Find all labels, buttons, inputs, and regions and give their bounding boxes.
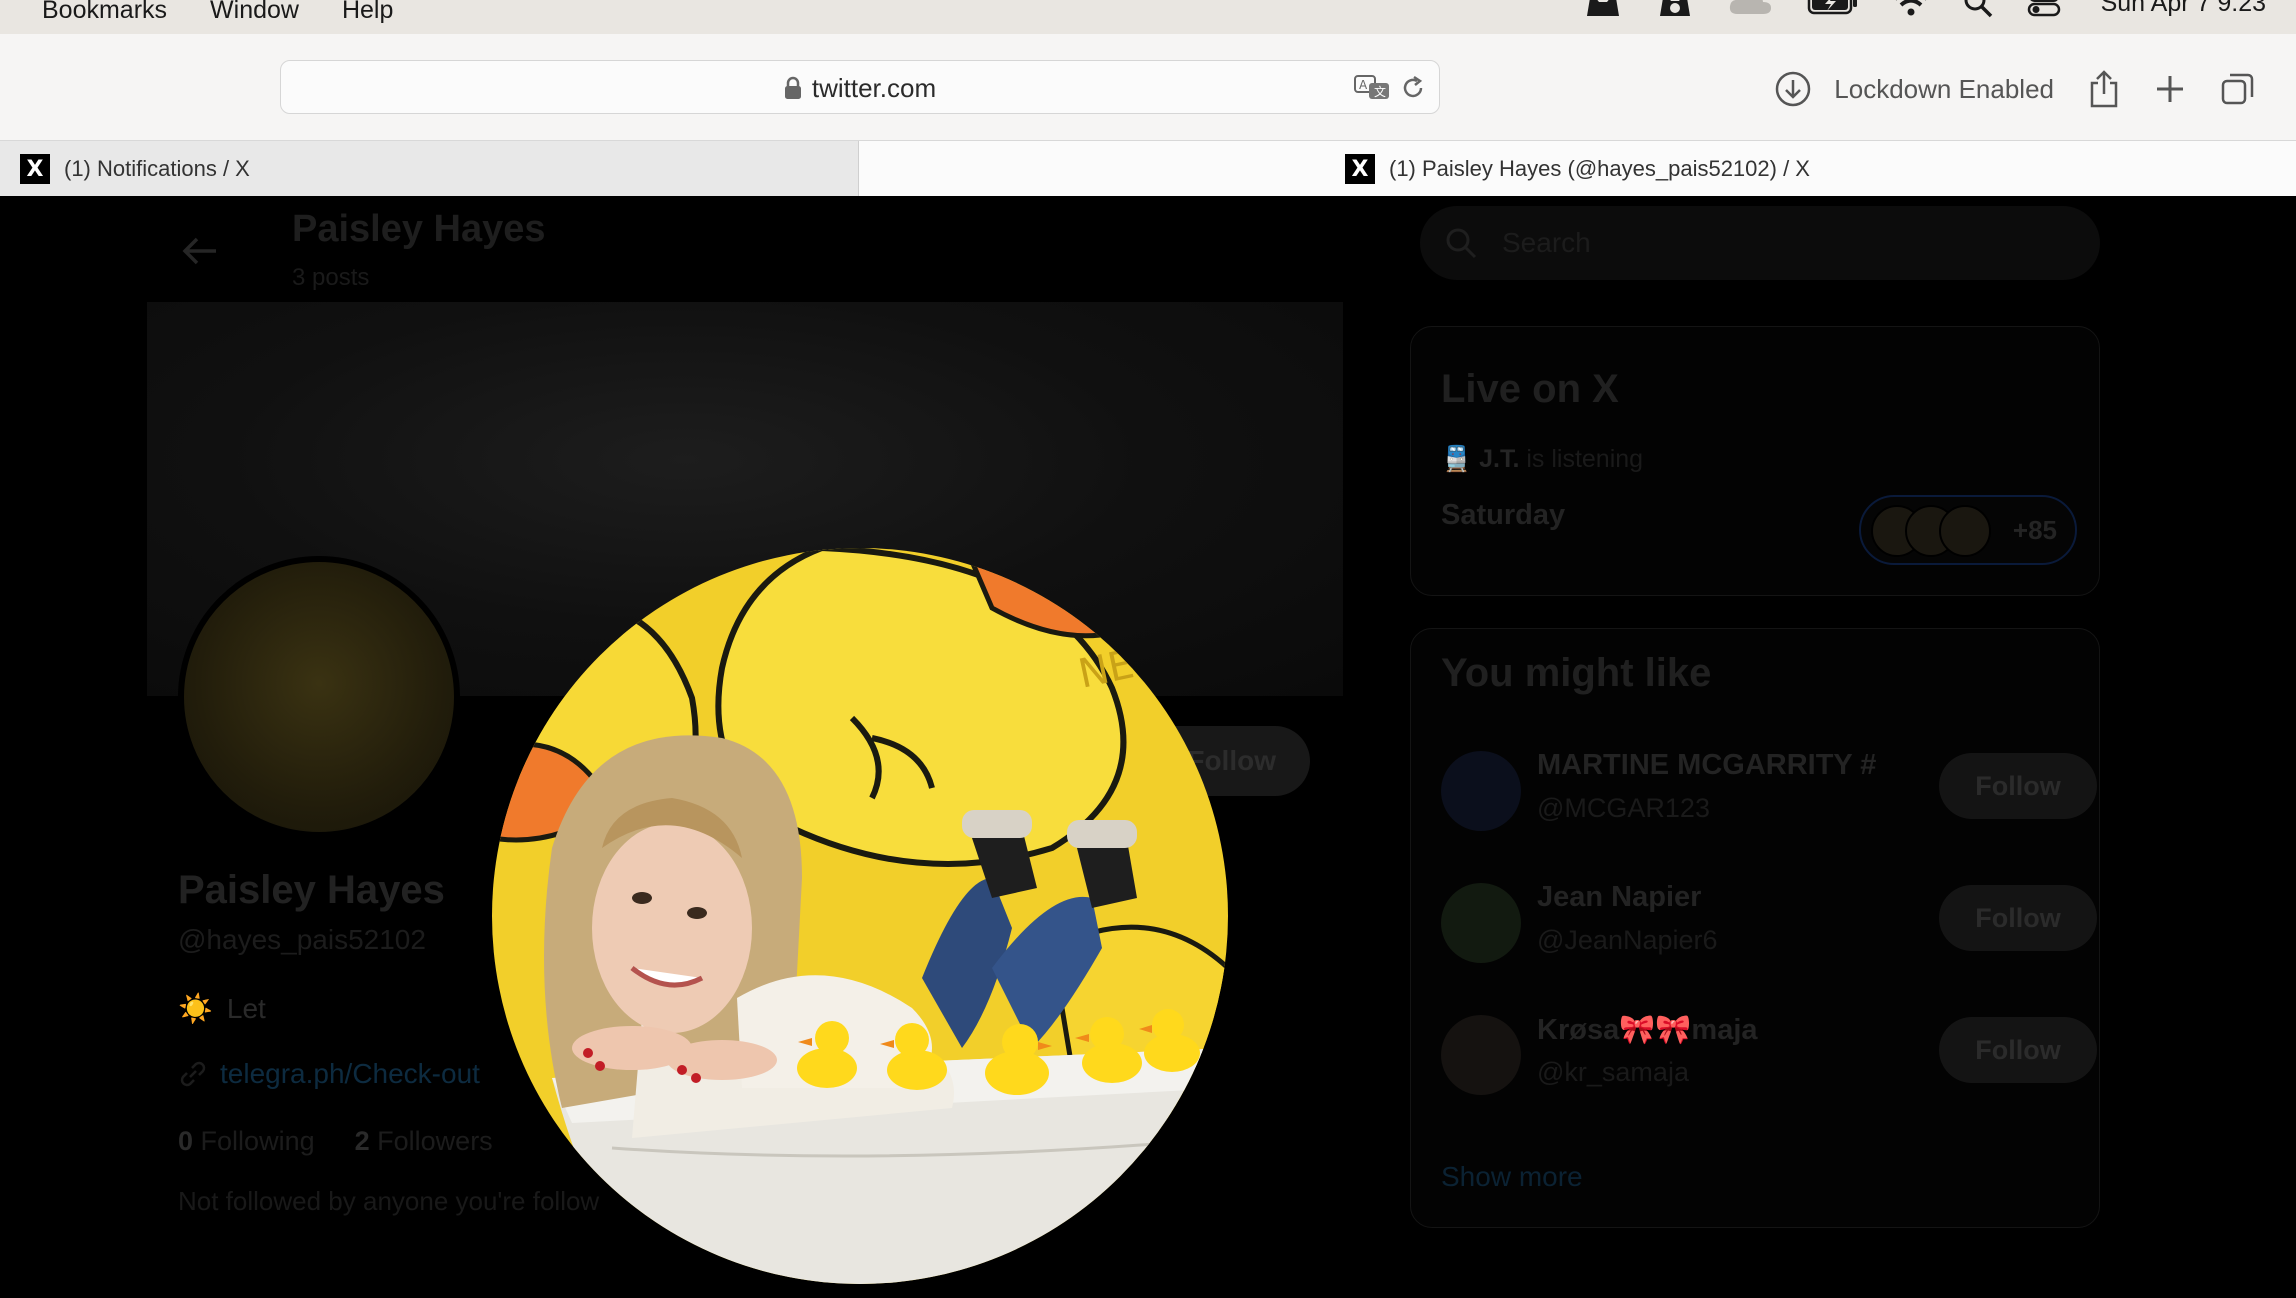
suggestion-row[interactable]: Krøsa🎀🎀maja @kr_samaja Follow	[1441, 1013, 2097, 1095]
suggestion-row[interactable]: MARTINE MCGARRITY # @MCGAR123 Follow	[1441, 749, 2097, 831]
search-box[interactable]: Search	[1420, 206, 2100, 280]
live-listener[interactable]: 🚆 J.T. is listening	[1441, 445, 1643, 474]
menu-help[interactable]: Help	[342, 0, 393, 25]
link-text[interactable]: telegra.ph/Check-out	[220, 1058, 480, 1090]
suggestion-follow-button[interactable]: Follow	[1939, 885, 2097, 951]
suggestion-follow-button[interactable]: Follow	[1939, 753, 2097, 819]
listener-avatar	[1939, 505, 1991, 557]
followers-label: Followers	[377, 1126, 493, 1156]
you-might-like-panel: You might like MARTINE MCGARRITY # @MCGA…	[1410, 628, 2100, 1228]
suggestion-avatar[interactable]	[1441, 883, 1521, 963]
search-placeholder: Search	[1502, 227, 1591, 258]
suggestion-follow-button[interactable]: Follow	[1939, 1017, 2097, 1083]
tab-title: (1) Paisley Hayes (@hayes_pais52102) / X	[1389, 156, 1810, 181]
browser-toolbar: twitter.com A文 Lockdown Enabled	[0, 34, 2296, 140]
tab-profile[interactable]: X (1) Paisley Hayes (@hayes_pais52102) /…	[859, 141, 2296, 197]
url-text: twitter.com	[811, 72, 937, 103]
downloads-icon[interactable]	[1774, 70, 1812, 108]
spotlight-search-icon[interactable]	[1963, 0, 1993, 18]
battery-charging-icon[interactable]	[1807, 0, 1859, 18]
profile-avatar[interactable]	[178, 556, 460, 838]
train-emoji: 🚆	[1441, 445, 1473, 473]
svg-text:A: A	[1359, 78, 1368, 92]
wolf-outline-icon[interactable]	[1657, 0, 1693, 18]
toolbar-actions: Lockdown Enabled	[1774, 64, 2256, 114]
share-icon[interactable]	[2088, 69, 2120, 109]
suggestion-name[interactable]: Jean Napier	[1537, 881, 1701, 914]
menu-extras: Sun Apr 7 9:23	[1583, 0, 2266, 20]
live-on-x-panel: Live on X 🚆 J.T. is listening Saturday +…	[1410, 326, 2100, 596]
not-followed-note: Not followed by anyone you're follow	[178, 1186, 600, 1216]
followers-stat[interactable]: 2 Followers	[355, 1126, 493, 1157]
following-count: 0	[178, 1126, 194, 1156]
menu-bar: Bookmarks Window Help Sun Apr 7 9:23	[0, 0, 2296, 34]
suggestion-avatar[interactable]	[1441, 1015, 1521, 1095]
header-profile-name: Paisley Hayes	[292, 208, 546, 250]
listener-count: +85	[2012, 514, 2057, 545]
suggestion-row[interactable]: Jean Napier @JeanNapier6 Follow	[1441, 881, 2097, 963]
following-label: Following	[200, 1126, 315, 1156]
tab-bar: X (1) Notifications / X X (1) Paisley Ha…	[0, 140, 2296, 197]
live-listeners-pill[interactable]: +85	[1859, 495, 2077, 565]
search-icon	[1446, 228, 1477, 259]
profile-handle: @hayes_pais52102	[178, 924, 426, 955]
followers-count: 2	[354, 1126, 370, 1156]
reload-icon[interactable]	[1399, 74, 1427, 102]
link-icon	[180, 1061, 206, 1087]
enlarged-profile-photo[interactable]: NEB	[492, 548, 1228, 1284]
live-day: Saturday	[1441, 499, 1566, 531]
suggestion-avatar[interactable]	[1441, 751, 1521, 831]
live-title: Live on X	[1441, 367, 1619, 411]
profile-photo-illustration: NEB	[492, 548, 1228, 1284]
lock-icon	[784, 76, 801, 99]
x-logo-icon: X	[1345, 154, 1375, 184]
suggestion-name[interactable]: MARTINE MCGARRITY #	[1537, 749, 1876, 782]
wolf-icon[interactable]	[1583, 0, 1623, 18]
svg-text:文: 文	[1374, 84, 1386, 99]
header-post-count: 3 posts	[292, 264, 370, 291]
lockdown-label: Lockdown Enabled	[1834, 73, 2054, 104]
profile-stats: 0 Following 2 Followers	[178, 1126, 493, 1157]
tab-notifications[interactable]: X (1) Notifications / X	[0, 141, 859, 197]
profile-bio: ☀️ Let	[178, 992, 266, 1025]
back-arrow-icon[interactable]	[182, 236, 218, 266]
cloud-icon[interactable]	[1727, 0, 1773, 18]
x-logo-icon: X	[20, 154, 50, 184]
sun-emoji: ☀️	[178, 993, 213, 1024]
suggestion-handle: @JeanNapier6	[1537, 925, 1718, 955]
suggestion-handle: @MCGAR123	[1537, 793, 1710, 823]
tab-overview-icon[interactable]	[2220, 71, 2256, 107]
suggestion-handle: @kr_samaja	[1537, 1057, 1689, 1087]
tab-title: (1) Notifications / X	[64, 156, 250, 181]
translate-icon[interactable]: A文	[1353, 74, 1391, 102]
menu-bookmarks[interactable]: Bookmarks	[42, 0, 167, 25]
suggestion-name[interactable]: Krøsa🎀🎀maja	[1537, 1013, 1758, 1047]
menu-clock[interactable]: Sun Apr 7 9:23	[2101, 0, 2266, 18]
listener-text: is listening	[1526, 445, 1644, 473]
address-bar[interactable]: twitter.com A文	[280, 60, 1440, 114]
following-stat[interactable]: 0 Following	[178, 1126, 315, 1157]
control-center-icon[interactable]	[2027, 0, 2061, 18]
new-tab-icon[interactable]	[2154, 73, 2186, 105]
you-might-like-title: You might like	[1441, 651, 1712, 695]
wifi-icon[interactable]	[1893, 0, 1929, 18]
profile-link[interactable]: telegra.ph/Check-out	[178, 1058, 480, 1090]
profile-name: Paisley Hayes	[178, 868, 445, 912]
menu-window[interactable]: Window	[210, 0, 299, 25]
show-more-link[interactable]: Show more	[1441, 1161, 1583, 1193]
bio-text: Let	[226, 992, 266, 1024]
listener-name: J.T.	[1479, 445, 1520, 473]
address-display[interactable]: twitter.com	[281, 61, 1439, 115]
